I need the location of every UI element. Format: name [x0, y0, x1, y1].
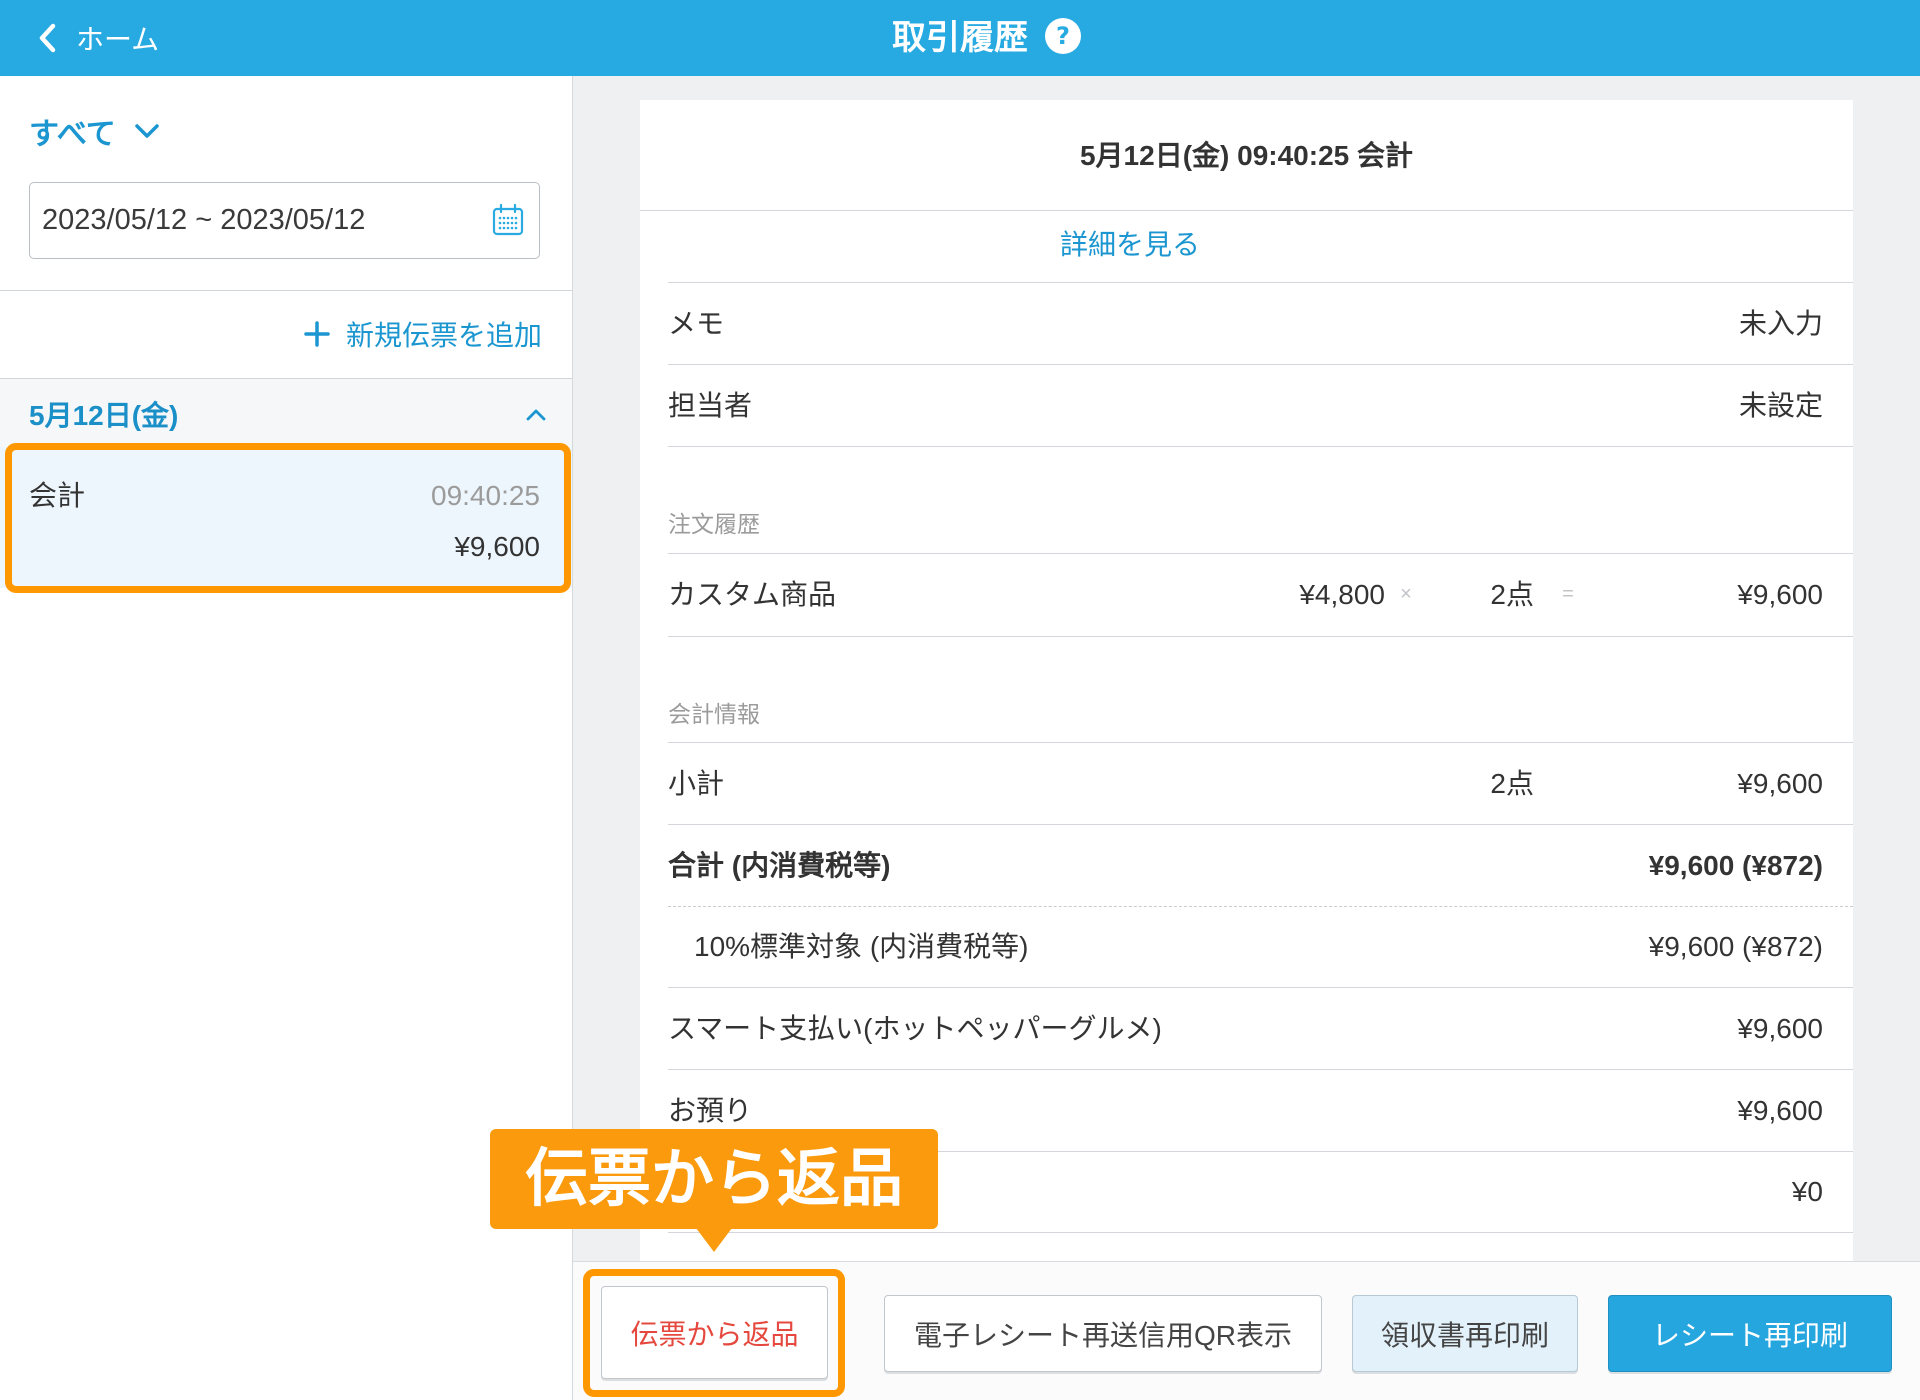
order-item-row: カスタム商品 ¥4,800 × 2点 = ¥9,600	[668, 554, 1853, 637]
subtotal-value: ¥9,600	[1737, 768, 1823, 799]
plus-icon	[304, 321, 330, 347]
equals-sign: =	[1562, 583, 1574, 605]
payment-info-section: 会計情報	[668, 637, 1853, 743]
transaction-type: 会計	[29, 480, 86, 511]
total-value: ¥9,600 (¥872)	[1648, 850, 1823, 881]
divider	[0, 290, 572, 291]
show-e-receipt-qr-button[interactable]: 電子レシート再送信用QR表示	[884, 1295, 1322, 1372]
add-new-slip-button[interactable]: 新規伝票を追加	[304, 312, 542, 356]
chevron-left-icon	[39, 23, 56, 53]
tax-standard-value: ¥9,600 (¥872)	[1648, 931, 1823, 962]
back-button[interactable]: ホーム	[38, 0, 159, 76]
filter-label: すべて	[29, 118, 116, 151]
transaction-list-item[interactable]: 会計 09:40:25 ¥9,600	[0, 447, 572, 588]
order-history-heading: 注文履歴	[668, 511, 760, 537]
app-header: ホーム 取引履歴	[0, 0, 1920, 76]
order-item-quantity: 2点	[1490, 579, 1534, 610]
chevron-down-icon	[134, 124, 159, 138]
order-history-section: 注文履歴	[668, 447, 1853, 554]
detail-title: 5月12日(金) 09:40:25 会計	[640, 100, 1853, 211]
transaction-detail-card: 5月12日(金) 09:40:25 会計 詳細を見る メモ 未入力 担当者 未設…	[640, 100, 1853, 1261]
filter-dropdown[interactable]: すべて	[29, 110, 160, 152]
reprint-invoice-button[interactable]: 領収書再印刷	[1352, 1295, 1578, 1372]
deposit-value: ¥9,600	[1737, 1095, 1823, 1126]
total-label: 合計 (内消費税等)	[668, 850, 891, 881]
help-icon[interactable]	[1045, 18, 1081, 54]
annotation-callout: 伝票から返品	[490, 1129, 938, 1229]
order-item-total: ¥9,600	[1737, 579, 1823, 610]
change-value: ¥0	[1791, 1176, 1823, 1207]
action-bar: 伝票から返品 電子レシート再送信用QR表示 領収書再印刷 レシート再印刷	[573, 1261, 1920, 1400]
date-range-field[interactable]: 2023/05/12 ~ 2023/05/12	[29, 182, 540, 259]
add-new-slip-label: 新規伝票を追加	[345, 320, 542, 351]
staff-label: 担当者	[668, 390, 753, 421]
date-group-label: 5月12日(金)	[29, 400, 179, 431]
subtotal-quantity: 2点	[1490, 768, 1534, 799]
smart-payment-label: スマート支払い(ホットペッパーグルメ)	[668, 1013, 1162, 1044]
order-item-name: カスタム商品	[668, 579, 837, 610]
staff-value: 未設定	[1738, 390, 1823, 421]
smart-payment-value: ¥9,600	[1737, 1013, 1823, 1044]
transaction-time: 09:40:25	[431, 480, 540, 511]
subtotal-label: 小計	[668, 768, 725, 799]
order-item-unit-price: ¥4,800	[1299, 579, 1385, 610]
staff-row[interactable]: 担当者 未設定	[668, 365, 1853, 447]
tax-standard-row: 10%標準対象 (内消費税等) ¥9,600 (¥872)	[668, 907, 1853, 988]
total-row: 合計 (内消費税等) ¥9,600 (¥872)	[668, 825, 1853, 907]
back-label: ホーム	[76, 24, 160, 55]
transaction-amount: ¥9,600	[454, 531, 540, 562]
memo-value: 未入力	[1738, 308, 1823, 339]
page-title: 取引履歴	[892, 19, 1028, 57]
tax-standard-label: 10%標準対象 (内消費税等)	[694, 931, 1029, 962]
annotation-callout-arrow	[696, 1228, 732, 1252]
memo-row[interactable]: メモ 未入力	[668, 283, 1853, 365]
date-range-value: 2023/05/12 ~ 2023/05/12	[42, 204, 366, 236]
payment-info-heading: 会計情報	[668, 701, 760, 727]
return-from-slip-button[interactable]: 伝票から返品	[601, 1286, 828, 1379]
memo-label: メモ	[668, 308, 725, 339]
subtotal-row: 小計 2点 ¥9,600	[668, 743, 1853, 825]
transaction-sidebar: すべて 2023/05/12 ~ 2023/05/12 新規伝票を追加 5月12…	[0, 76, 573, 1400]
view-details-link[interactable]: 詳細を見る	[1040, 211, 1220, 282]
smart-payment-row: スマート支払い(ホットペッパーグルメ) ¥9,600	[668, 988, 1853, 1070]
details-row: 詳細を見る	[668, 211, 1853, 283]
calendar-icon[interactable]	[491, 203, 525, 237]
chevron-up-icon[interactable]	[526, 409, 546, 421]
multiply-sign: ×	[1400, 583, 1412, 605]
date-group-header[interactable]: 5月12日(金)	[0, 379, 572, 447]
reprint-receipt-button[interactable]: レシート再印刷	[1608, 1295, 1892, 1372]
